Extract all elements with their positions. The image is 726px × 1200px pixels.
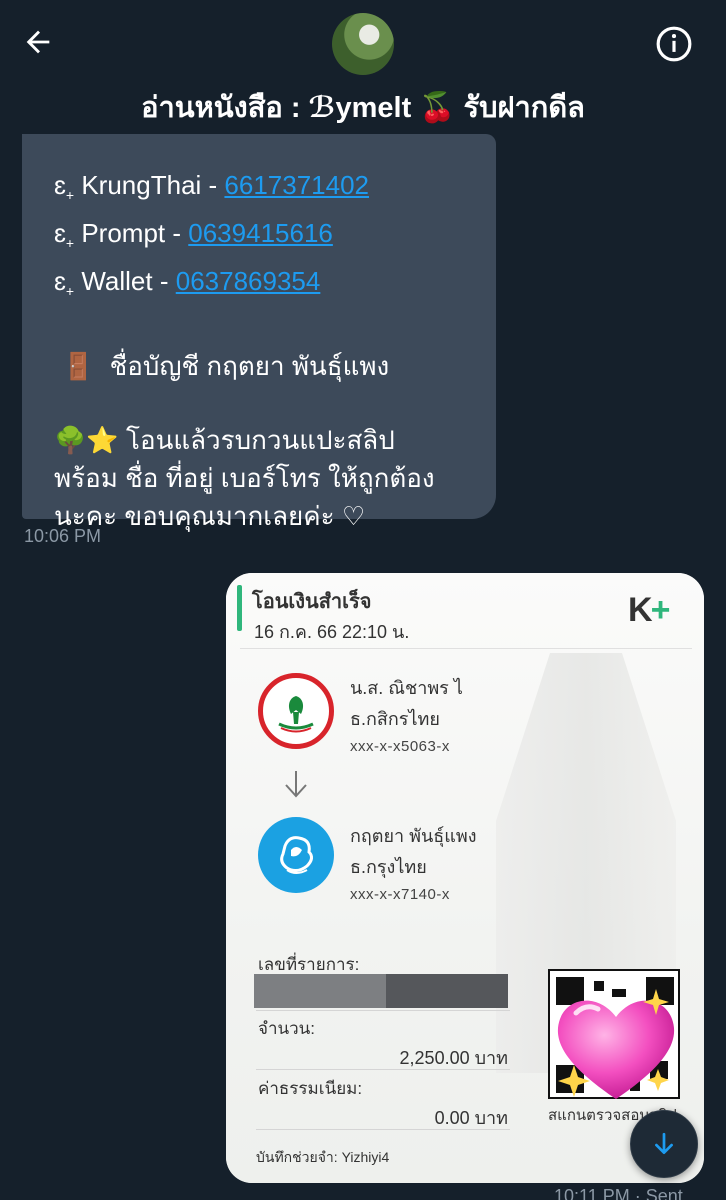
amount-value: 2,250.00 บาท (399, 1048, 508, 1068)
account-name-line: 🚪 ชื่อบัญชี กฤตยา พันธุ์แพง (54, 347, 476, 385)
title-name: ℬymelt (308, 92, 412, 124)
info-button[interactable] (654, 24, 694, 64)
amount-label: จำนวน: (258, 1019, 316, 1038)
account-number-link[interactable]: 0637869354 (176, 266, 321, 296)
row-divider (256, 1069, 510, 1070)
kplus-plus: + (650, 591, 671, 629)
accent-bar (237, 585, 242, 631)
account-line-prompt: ɛ+ Prompt - 0639415616 (54, 218, 333, 252)
account-name-text: ชื่อบัญชี กฤตยา พันธุ์แพง (109, 350, 390, 381)
incoming-message-time: 10:06 PM (24, 526, 102, 546)
receipt-date: 16 ก.ค. 66 22:10 น. (254, 622, 410, 642)
receiver-bank: ธ.กรุงไทย (350, 857, 427, 877)
account-label: Wallet - (81, 266, 176, 297)
ktb-logo-icon (258, 817, 334, 893)
fee-label: ค่าธรรมเนียม: (258, 1079, 363, 1098)
transfer-arrow-icon (282, 769, 310, 799)
note-line-1: 🌳⭐ โอนแล้วรบกวนแปะสลิป (54, 421, 476, 459)
cherry-icon: 🍒 (419, 92, 456, 124)
outgoing-message-time: 10:11 PM · Sent (554, 1186, 683, 1200)
tree-star-icon: 🌳⭐ (54, 424, 119, 455)
incoming-message-bubble[interactable]: ɛ+ KrungThai - 6617371402 ɛ+ Prompt - 06… (22, 134, 496, 531)
back-button[interactable] (18, 22, 58, 62)
account-label: KrungThai - (81, 170, 225, 200)
door-icon: 🚪 (62, 350, 95, 381)
account-number-link[interactable]: 0639415616 (188, 218, 333, 248)
info-icon (656, 26, 692, 62)
bullet-icon: ɛ (54, 170, 66, 200)
sender-bank: ธ.กสิกรไทย (350, 709, 440, 729)
account-line-krungthai: ɛ+ KrungThai - 6617371402 (54, 170, 370, 204)
title-suffix: รับฝากดีล (455, 92, 585, 124)
account-number-link[interactable]: 6617371402 (224, 170, 369, 200)
bullet-icon: ɛ (54, 218, 66, 249)
outgoing-image-bubble[interactable]: โอนเงินสำเร็จ 16 ก.ค. 66 22:10 น. K+ น.ส… (226, 573, 704, 1183)
avatar[interactable] (332, 13, 394, 75)
redacted-reference (254, 974, 508, 1008)
back-arrow-icon (26, 30, 50, 54)
sparkling-heart-icon (546, 981, 686, 1111)
memo-text: บันทึกช่วยจำ: Yizhiyi4 (256, 1149, 390, 1165)
title-prefix: อ่านหนังสือ : (141, 92, 309, 124)
conversation-header: อ่านหนังสือ : ℬymelt 🍒 รับฝากดีล (0, 0, 726, 140)
kbank-logo-icon (258, 673, 334, 749)
receiver-account: xxx-x-x7140-x (350, 886, 450, 903)
account-line-wallet: ɛ+ Wallet - 0637869354 (54, 266, 321, 300)
bullet-icon: ɛ (54, 266, 66, 297)
conversation-title[interactable]: อ่านหนังสือ : ℬymelt 🍒 รับฝากดีล (0, 84, 726, 130)
note-line-3: นะคะ ขอบคุณมากเลยค่ะ ♡ (54, 500, 366, 531)
fee-value: 0.00 บาท (434, 1108, 508, 1128)
sender-account: xxx-x-x5063-x (350, 738, 450, 755)
sender-name: น.ส. ณิชาพร ไ (350, 678, 463, 698)
note-text-1: โอนแล้วรบกวนแปะสลิป (125, 424, 395, 455)
kplus-letter: K (628, 591, 653, 629)
note-line-2: พร้อม ชื่อ ที่อยู่ เบอร์โทร ให้ถูกต้อง (54, 462, 435, 493)
row-divider (256, 1129, 510, 1130)
receiver-name: กฤตยา พันธุ์แพง (350, 826, 477, 846)
receipt-divider (240, 648, 692, 649)
account-label: Prompt - (81, 218, 189, 249)
receipt-title: โอนเงินสำเร็จ (252, 591, 372, 613)
arrow-down-icon (655, 1132, 673, 1155)
kplus-logo: K+ (628, 591, 671, 630)
row-divider (256, 1010, 510, 1011)
scroll-to-bottom-button[interactable] (630, 1110, 698, 1178)
